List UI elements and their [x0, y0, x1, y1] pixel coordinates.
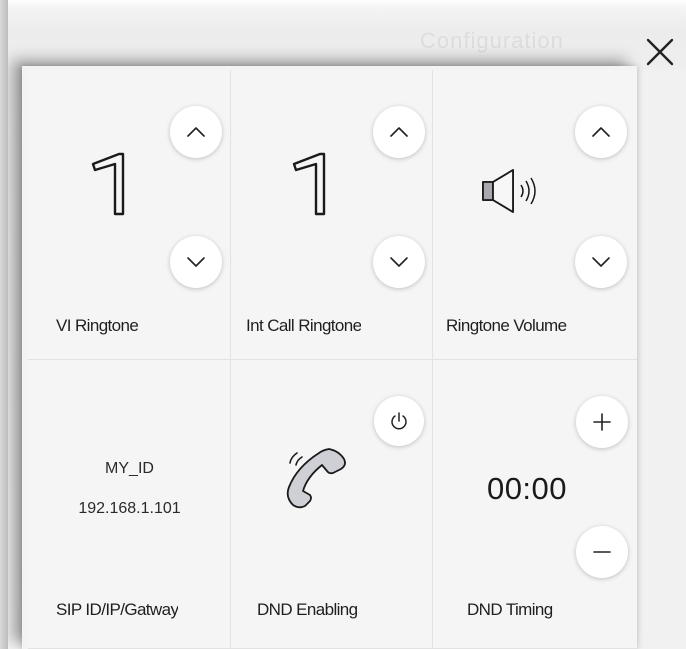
- close-icon: [646, 38, 674, 66]
- volume-down-button[interactable]: [575, 236, 627, 288]
- tile-label: DND Enabling: [257, 600, 358, 619]
- minus-icon: [593, 551, 611, 553]
- sip-id-value: MY_ID: [105, 460, 154, 477]
- volume-up-button[interactable]: [575, 106, 627, 158]
- plus-icon: [593, 413, 611, 431]
- close-button[interactable]: [640, 32, 680, 72]
- chevron-up-icon: [592, 127, 610, 137]
- tile-label: Int Call Ringtone: [246, 316, 362, 335]
- tile-label: Ringtone Volume: [446, 316, 567, 335]
- background-title: Configuration: [420, 28, 564, 53]
- tile-sip[interactable]: MY_ID 192.168.1.101 SIP ID/IP/Gatway: [28, 360, 231, 649]
- dnd-timer-value: 00:00: [486, 471, 568, 506]
- int-call-ringtone-down-button[interactable]: [373, 236, 425, 288]
- int-call-ringtone-up-button[interactable]: [373, 106, 425, 158]
- tile-dnd-enabling: DND Enabling: [231, 360, 433, 649]
- dnd-power-button[interactable]: [374, 396, 424, 446]
- vi-ringtone-up-button[interactable]: [170, 106, 222, 158]
- int-call-ringtone-value: [292, 152, 326, 216]
- background-side: [636, 70, 686, 649]
- vi-ringtone-value: [91, 152, 125, 216]
- vi-ringtone-down-button[interactable]: [170, 236, 222, 288]
- tile-int-call-ringtone: Int Call Ringtone: [231, 70, 433, 360]
- chevron-down-icon: [390, 257, 408, 267]
- speaker-icon: [482, 169, 536, 213]
- power-icon: [391, 412, 407, 430]
- tile-dnd-timing: 00:00 DND Timing: [433, 360, 637, 649]
- dnd-timing-plus-button[interactable]: [576, 396, 628, 448]
- phone-icon: [286, 448, 346, 509]
- tile-vi-ringtone: VI Ringtone: [28, 70, 231, 360]
- chevron-down-icon: [592, 257, 610, 267]
- chevron-up-icon: [390, 127, 408, 137]
- tile-label: DND Timing: [467, 600, 553, 619]
- ip-address-value: 192.168.1.101: [78, 500, 181, 517]
- tile-label: SIP ID/IP/Gatway: [56, 600, 179, 619]
- chevron-up-icon: [187, 127, 205, 137]
- dnd-timing-minus-button[interactable]: [576, 526, 628, 578]
- tile-label: VI Ringtone: [56, 316, 139, 335]
- tile-ringtone-volume: Ringtone Volume: [433, 70, 637, 360]
- settings-grid: VI Ringtone Int Call Ringtone Ringtone V…: [28, 70, 637, 649]
- chevron-down-icon: [187, 257, 205, 267]
